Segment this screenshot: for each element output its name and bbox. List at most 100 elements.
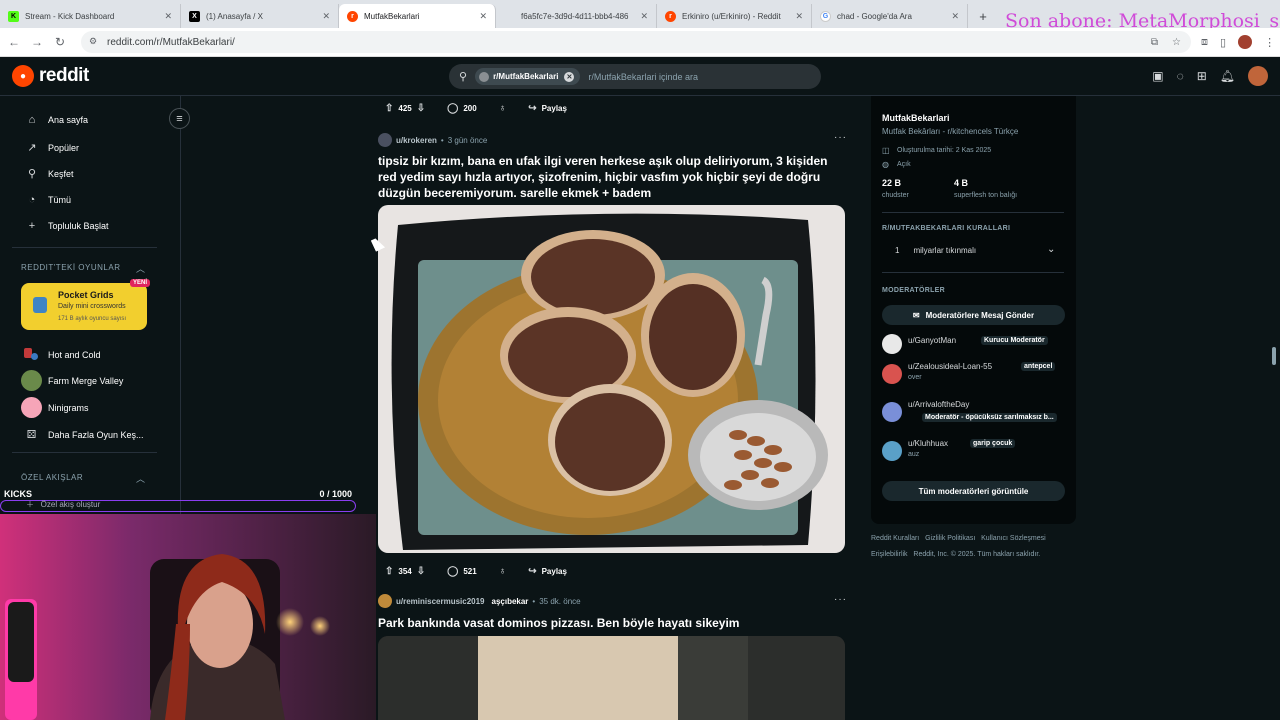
- custom-feeds-section-header[interactable]: ÖZEL AKIŞLAR ︿: [21, 473, 145, 484]
- sidebar-item-explore[interactable]: ⚲ Keşfet: [25, 167, 74, 180]
- footer-links: Reddit Kuralları Gizlilik Politikası Kul…: [871, 535, 1046, 542]
- moderator-subtext: auz: [908, 451, 920, 458]
- moderator-item[interactable]: u/Kluhhuax garip çocuk auz: [882, 439, 1072, 467]
- footer-link-privacy[interactable]: Gizlilik Politikası: [925, 535, 975, 542]
- post-image[interactable]: [378, 636, 845, 720]
- more-options-icon[interactable]: ···: [834, 594, 847, 605]
- browser-tab-5[interactable]: G chad - Google'da Ara ✕: [812, 4, 968, 28]
- hamburger-icon: ≡: [176, 112, 183, 125]
- close-icon[interactable]: ✕: [322, 11, 330, 22]
- user-avatar[interactable]: [1248, 66, 1268, 86]
- moderator-flair: garip çocuk: [970, 439, 1016, 448]
- profile-avatar[interactable]: [1238, 35, 1253, 49]
- award-button[interactable]: ♁: [492, 561, 514, 581]
- moderator-item[interactable]: u/ArrivaloftheDay Moderatör - öpücüksüz …: [882, 400, 1072, 428]
- sidebar-item-popular[interactable]: ↗ Popüler: [25, 141, 79, 154]
- extensions-icon[interactable]: ⧈: [1201, 36, 1208, 49]
- footer-link-agreement[interactable]: Kullanıcı Sözleşmesi: [981, 535, 1046, 542]
- post-image[interactable]: [378, 205, 845, 553]
- back-icon[interactable]: ←: [5, 33, 23, 51]
- sidebar-item-home[interactable]: ⌂ Ana sayfa: [25, 114, 88, 126]
- moderator-item[interactable]: u/Zealousideal-Loan-55 antepcel over: [882, 362, 1072, 390]
- post-title[interactable]: Park bankında vasat dominos pizzası. Ben…: [378, 615, 838, 631]
- games-section-header[interactable]: REDDIT'TEKİ OYUNLAR ︿: [21, 263, 145, 274]
- user-avatar[interactable]: [378, 594, 392, 608]
- game-item-more-games[interactable]: ⚄ Daha Fazla Oyun Keş...: [21, 424, 144, 445]
- close-icon[interactable]: ✕: [795, 11, 803, 22]
- browser-tab-1[interactable]: X (1) Anasayfa / X ✕: [181, 4, 339, 28]
- reddit-logo[interactable]: ● reddit: [12, 65, 89, 87]
- moderator-avatar: [882, 364, 902, 384]
- downvote-icon[interactable]: ⇩: [417, 103, 425, 114]
- moderator-flair: Moderatör - öpücüksüz sarılmaksız b...: [922, 413, 1057, 422]
- game-item-hot-and-cold[interactable]: Hot and Cold: [21, 344, 101, 365]
- close-icon[interactable]: ✕: [164, 11, 172, 22]
- game-item-ninigrams[interactable]: Ninigrams: [21, 397, 89, 418]
- moderator-avatar: [882, 334, 902, 354]
- sidebar-item-label: Ana sayfa: [48, 115, 89, 125]
- post-author[interactable]: u/reminiscermusic2019: [396, 597, 485, 606]
- chevron-down-icon[interactable]: ⌄: [1047, 244, 1055, 255]
- sidebar-item-start-community[interactable]: + Topluluk Başlat: [25, 220, 109, 232]
- clear-scope-icon[interactable]: ✕: [564, 71, 575, 82]
- tab-label: Erkiniro (u/Erkiniro) - Reddit: [682, 11, 781, 21]
- section-title: ÖZEL AKIŞLAR: [21, 473, 84, 482]
- search-scope-chip[interactable]: r/MutfakBekarlari ✕: [475, 68, 581, 85]
- comments-button[interactable]: ◯ 200: [440, 98, 484, 118]
- vote-control[interactable]: ⇧ 354 ⇩: [378, 561, 432, 581]
- game-item-farm-merge-valley[interactable]: Farm Merge Valley: [21, 370, 123, 391]
- game-card-pocket-grids[interactable]: Pocket Grids Daily mini crosswords 171 B…: [21, 279, 150, 330]
- share-button[interactable]: ↪ Paylaş: [521, 561, 574, 581]
- create-custom-feed[interactable]: ＋ Özel akış oluştur: [26, 499, 100, 510]
- browser-tab-4[interactable]: r Erkiniro (u/Erkiniro) - Reddit ✕: [657, 4, 812, 28]
- close-icon[interactable]: ✕: [640, 11, 648, 22]
- post-author[interactable]: u/krokeren: [396, 136, 437, 145]
- bookmark-star-icon[interactable]: ☆: [1172, 37, 1181, 48]
- user-avatar[interactable]: [378, 133, 392, 147]
- forward-icon[interactable]: →: [28, 33, 46, 51]
- reload-icon[interactable]: ↻: [51, 33, 69, 51]
- view-all-mods-button[interactable]: Tüm moderatörleri görüntüle: [882, 481, 1065, 501]
- explore-icon: ⚲: [27, 168, 37, 180]
- search-input[interactable]: ⚲ r/MutfakBekarlari ✕ r/MutfakBekarlari …: [449, 64, 821, 89]
- sidebar-collapse-button[interactable]: ≡: [169, 108, 190, 129]
- message-mods-button[interactable]: ✉ Moderatörlere Mesaj Gönder: [882, 305, 1065, 325]
- sidepanel-icon[interactable]: ▯: [1220, 36, 1226, 49]
- site-info-icon[interactable]: ⚙: [89, 36, 101, 48]
- close-icon[interactable]: ✕: [479, 11, 487, 22]
- footer-link-rules[interactable]: Reddit Kuralları: [871, 535, 919, 542]
- browser-tab-0[interactable]: K Stream - Kick Dashboard ✕: [0, 4, 181, 28]
- create-post-icon[interactable]: ⊞: [1197, 69, 1207, 83]
- sidebar-item-all[interactable]: ◔ Tümü: [25, 194, 71, 206]
- close-icon[interactable]: ✕: [951, 11, 959, 22]
- browser-tab-2[interactable]: r MutfakBekarlari ✕: [339, 4, 496, 28]
- mail-icon: ✉: [912, 310, 920, 320]
- upvote-icon[interactable]: ⇧: [385, 103, 393, 114]
- left-sidebar: ≡ ⌂ Ana sayfa ↗ Popüler ⚲ Keşfet ◔ Tümü + Top…: [0, 96, 190, 516]
- new-badge: YENİ: [129, 279, 150, 287]
- upvote-icon[interactable]: ⇧: [385, 566, 393, 577]
- moderator-item[interactable]: u/GanyotMan Kurucu Moderatör: [882, 332, 1072, 360]
- new-tab-button[interactable]: +: [974, 7, 992, 25]
- more-options-icon[interactable]: ···: [834, 132, 847, 143]
- share-button[interactable]: ↪ Paylaş: [521, 98, 574, 118]
- ads-icon[interactable]: ▣: [1152, 69, 1163, 83]
- award-icon: ♁: [498, 565, 507, 577]
- post-title[interactable]: tipsiz bir kızım, bana en ufak ilgi vere…: [378, 153, 838, 201]
- scrollbar-thumb[interactable]: [1272, 347, 1276, 365]
- vote-control[interactable]: ⇧ 425 ⇩: [378, 98, 432, 118]
- downvote-icon[interactable]: ⇩: [417, 566, 425, 577]
- url-field[interactable]: ⚙ reddit.com/r/MutfakBekarlari/ ⧉ ☆: [81, 31, 1191, 53]
- page-scrollbar[interactable]: [1271, 96, 1277, 720]
- browser-tab-3[interactable]: f6a5fc7e-3d9d-4d11-bbb4-486 ✕: [496, 4, 657, 28]
- notification-bell-icon[interactable]: 🔔︎: [1220, 69, 1235, 83]
- comments-button[interactable]: ◯ 521: [440, 561, 484, 581]
- install-icon[interactable]: ⧉: [1151, 37, 1158, 48]
- url-text: reddit.com/r/MutfakBekarlari/: [107, 36, 235, 48]
- chat-icon[interactable]: ◌: [1177, 69, 1184, 83]
- award-button[interactable]: ♁: [492, 98, 514, 118]
- menu-icon[interactable]: ⋮: [1264, 36, 1275, 49]
- rule-item[interactable]: 1 milyarlar tıkınmalı: [895, 246, 976, 255]
- footer-link-accessibility[interactable]: Erişilebilirlik: [871, 551, 908, 558]
- reddit-snoo-icon: ●: [12, 65, 34, 87]
